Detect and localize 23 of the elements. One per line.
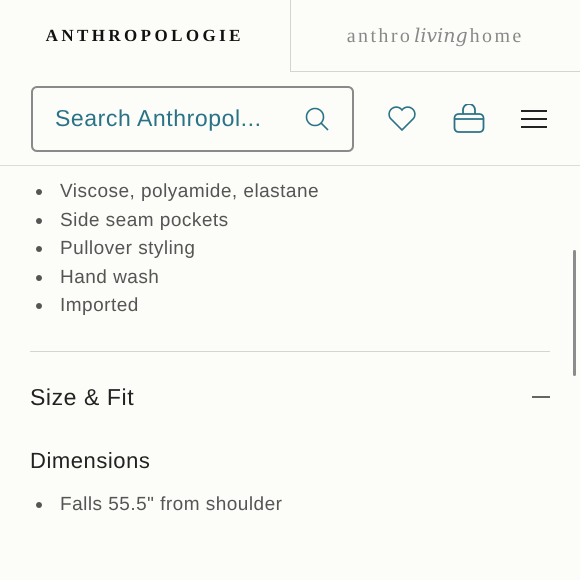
detail-text: Side seam pockets	[60, 208, 229, 232]
bullet-icon	[36, 303, 42, 310]
search-icon[interactable]	[304, 106, 330, 132]
bullet-icon	[36, 246, 42, 252]
section-title[interactable]: Size & Fit	[30, 380, 134, 414]
detail-text: Hand wash	[60, 266, 160, 290]
heart-icon[interactable]	[387, 106, 417, 132]
bullet-icon	[36, 218, 42, 224]
bullet-icon	[36, 274, 42, 281]
minus-icon[interactable]	[532, 396, 550, 398]
search-field[interactable]: Search Anthropol...	[31, 86, 354, 152]
bullet-icon	[36, 502, 42, 508]
shopping-bag-icon[interactable]	[453, 104, 485, 134]
script-word: living	[414, 24, 468, 48]
logo-word: home	[470, 24, 524, 48]
detail-text: Viscose, polyamide, elastane	[60, 180, 320, 204]
detail-text: Pullover styling	[60, 237, 196, 261]
detail-text: Imported	[60, 294, 139, 318]
detail-text: Falls 55.5" from shoulder	[60, 493, 282, 517]
menu-icon[interactable]	[521, 108, 547, 128]
bullet-icon	[36, 189, 42, 196]
logo-word: anthro	[346, 24, 412, 48]
subheading: Dimensions	[30, 447, 152, 475]
